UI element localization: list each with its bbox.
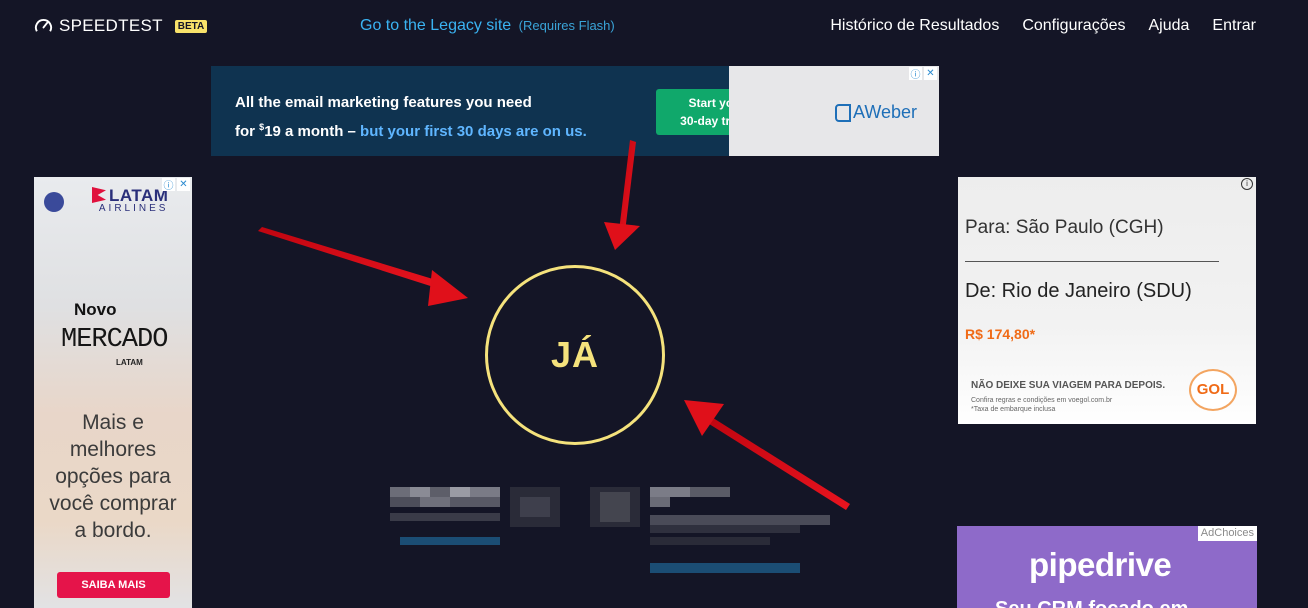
ad-banner-line2: for $19 a month – but your first 30 days… bbox=[235, 122, 587, 140]
adchoices-label[interactable]: AdChoices bbox=[1197, 526, 1257, 541]
censored-isp-icon bbox=[510, 487, 560, 527]
ad-gol-tagline: NÃO DEIXE SUA VIAGEM PARA DEPOIS. bbox=[971, 380, 1166, 391]
latam-flag-icon bbox=[92, 187, 106, 203]
ad-gol-origin: De: Rio de Janeiro (SDU) bbox=[965, 280, 1192, 302]
censored-server-icon bbox=[590, 487, 640, 527]
nav-settings[interactable]: Configurações bbox=[1022, 17, 1125, 35]
legacy-site-link[interactable]: Go to the Legacy site (Requires Flash) bbox=[360, 17, 615, 35]
legacy-link-text: Go to the Legacy site bbox=[360, 17, 512, 34]
arrow-top bbox=[604, 140, 640, 250]
arrow-left bbox=[258, 227, 468, 306]
beta-badge: BETA bbox=[174, 19, 208, 33]
ad-latam-adchoices: ⓘ ✕ bbox=[162, 178, 190, 192]
ad-latam-mercado: MERCADO bbox=[61, 325, 168, 355]
ad-banner-line1: All the email marketing features you nee… bbox=[235, 94, 532, 111]
ad-banner-copy: All the email marketing features you nee… bbox=[235, 91, 587, 144]
ad-banner-adchoices: ⓘ ✕ bbox=[909, 67, 937, 81]
latam-logo: LATAM AIRLINES bbox=[92, 186, 168, 214]
ad-latam-cta-button[interactable]: SAIBA MAIS bbox=[57, 572, 170, 598]
ad-gol-divider bbox=[965, 261, 1219, 262]
censored-server-info bbox=[650, 487, 830, 579]
aweber-logo: AWeber bbox=[835, 102, 917, 123]
go-button-label: JÁ bbox=[550, 334, 600, 375]
top-nav: Histórico de Resultados Configurações Aj… bbox=[830, 17, 1256, 35]
ad-close-icon[interactable]: ✕ bbox=[924, 67, 937, 80]
ad-latam[interactable]: LATAM AIRLINES ⓘ ✕ Novo MERCADO LATAM Ma… bbox=[34, 177, 192, 608]
ad-pipedrive[interactable]: AdChoices pipedrive Seu CRM focado em bbox=[957, 526, 1257, 608]
gol-logo: GOL bbox=[1189, 369, 1237, 411]
ad-close-icon[interactable]: ✕ bbox=[177, 178, 190, 191]
ad-banner-aweber[interactable]: All the email marketing features you nee… bbox=[211, 66, 939, 156]
nav-help[interactable]: Ajuda bbox=[1149, 17, 1190, 35]
nav-results-history[interactable]: Histórico de Resultados bbox=[830, 17, 999, 35]
censored-isp-info bbox=[390, 487, 500, 557]
adchoices-info-icon[interactable]: i bbox=[1241, 178, 1253, 190]
speedtest-logo[interactable]: SPEEDTEST BETA bbox=[34, 16, 208, 36]
speedometer-icon bbox=[34, 18, 53, 32]
ad-latam-mercado-sub: LATAM bbox=[116, 358, 143, 367]
go-button[interactable]: JÁ bbox=[485, 265, 665, 445]
ad-banner-right: AWeber bbox=[729, 66, 939, 156]
latam-badge-icon bbox=[44, 192, 64, 212]
adchoices-info-icon[interactable]: ⓘ bbox=[162, 178, 175, 192]
ad-latam-novo: Novo bbox=[74, 300, 117, 319]
ad-banner-left: All the email marketing features you nee… bbox=[211, 66, 803, 156]
legacy-note: (Requires Flash) bbox=[518, 18, 615, 33]
nav-login[interactable]: Entrar bbox=[1212, 17, 1256, 35]
ad-gol[interactable]: i Para: São Paulo (CGH) De: Rio de Janei… bbox=[958, 177, 1256, 424]
adchoices-info-icon[interactable]: ⓘ bbox=[909, 67, 922, 81]
pipedrive-logo: pipedrive bbox=[1029, 546, 1172, 583]
logo-text: SPEEDTEST bbox=[59, 16, 163, 35]
ad-gol-destination: Para: São Paulo (CGH) bbox=[965, 217, 1164, 238]
ad-gol-price: R$ 174,80* bbox=[965, 326, 1036, 342]
ad-pipedrive-headline: Seu CRM focado em bbox=[995, 598, 1188, 608]
ad-gol-fineprint: Confira regras e condições em voegol.com… bbox=[971, 397, 1113, 413]
aweber-mark-icon bbox=[835, 103, 851, 122]
ad-latam-copy: Mais e melhores opções para você comprar… bbox=[49, 411, 177, 542]
